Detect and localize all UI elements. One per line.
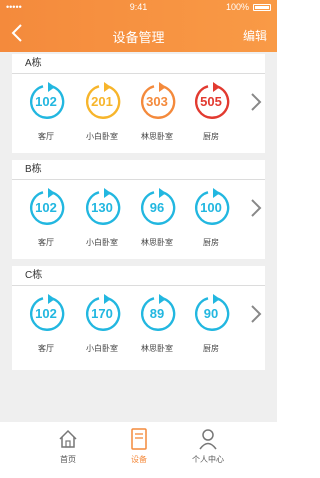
room-value: 505 <box>200 94 222 109</box>
chevron-right-icon[interactable] <box>249 198 263 218</box>
room-value: 102 <box>35 200 57 215</box>
status-bar: ••••• 9:41 100% <box>0 0 277 14</box>
edit-button[interactable]: 编辑 <box>243 27 267 44</box>
room-row: 102 客厅 130 小白卧室 96 林思卧室 100 厨房 <box>12 188 265 248</box>
room-item[interactable]: 102 客厅 <box>22 188 70 248</box>
top-bar: ••••• 9:41 100% 设备管理 编辑 <box>0 0 277 52</box>
room-value: 102 <box>35 306 57 321</box>
home-icon <box>59 429 77 448</box>
tab-label: 首页 <box>60 455 76 464</box>
tab-bar: 首页 设备 个人中心 <box>0 422 277 478</box>
tab-label: 个人中心 <box>192 455 224 464</box>
device-icon <box>131 428 147 450</box>
room-value: 100 <box>200 200 222 215</box>
room-label: 客厅 <box>38 132 54 141</box>
page-title: 设备管理 <box>112 30 165 45</box>
room-label: 厨房 <box>203 344 219 353</box>
room-label: 客厅 <box>38 344 54 353</box>
battery-icon <box>253 4 271 11</box>
room-label: 林思卧室 <box>141 132 173 141</box>
room-item[interactable]: 89 林思卧室 <box>133 294 181 354</box>
tab-label: 设备 <box>131 455 147 464</box>
building-section-a: A栋 102 客厅 201 小白卧室 303 林思卧室 505 厨房 <box>12 54 265 153</box>
room-item[interactable]: 90 厨房 <box>187 294 235 354</box>
room-item[interactable]: 102 客厅 <box>22 82 70 142</box>
chevron-right-icon[interactable] <box>249 304 263 324</box>
room-value: 102 <box>35 94 57 109</box>
room-row: 102 客厅 170 小白卧室 89 林思卧室 90 厨房 <box>12 294 265 354</box>
device-list: A栋 102 客厅 201 小白卧室 303 林思卧室 505 厨房 B栋 102 客厅 … <box>0 52 277 422</box>
room-item[interactable]: 505 厨房 <box>187 82 235 142</box>
room-item[interactable]: 102 客厅 <box>22 294 70 354</box>
building-section-c: C栋 102 客厅 170 小白卧室 89 林思卧室 90 厨房 <box>12 266 265 370</box>
room-value: 89 <box>149 306 165 321</box>
nav-bar: 设备管理 编辑 <box>0 20 277 48</box>
room-label: 厨房 <box>203 132 219 141</box>
tab-profile[interactable]: 个人中心 <box>178 428 238 468</box>
room-value: 96 <box>149 200 165 215</box>
room-item[interactable]: 96 林思卧室 <box>133 188 181 248</box>
room-row: 102 客厅 201 小白卧室 303 林思卧室 505 厨房 <box>12 82 265 142</box>
room-item[interactable]: 303 林思卧室 <box>133 82 181 142</box>
room-label: 厨房 <box>203 238 219 247</box>
room-item[interactable]: 130 小白卧室 <box>78 188 126 248</box>
room-value: 170 <box>91 306 113 321</box>
chevron-right-icon[interactable] <box>249 92 263 112</box>
room-label: 林思卧室 <box>141 238 173 247</box>
building-section-b: B栋 102 客厅 130 小白卧室 96 林思卧室 100 厨房 <box>12 160 265 259</box>
section-header: A栋 <box>12 54 265 74</box>
section-header: B栋 <box>12 160 265 180</box>
room-value: 303 <box>146 94 168 109</box>
room-label: 小白卧室 <box>86 344 118 353</box>
room-value: 130 <box>91 200 113 215</box>
room-value: 90 <box>203 306 219 321</box>
room-label: 小白卧室 <box>86 238 118 247</box>
room-value: 201 <box>91 94 113 109</box>
tab-device[interactable]: 设备 <box>109 428 169 468</box>
room-item[interactable]: 100 厨房 <box>187 188 235 248</box>
room-item[interactable]: 201 小白卧室 <box>78 82 126 142</box>
person-icon <box>199 429 217 450</box>
tab-home[interactable]: 首页 <box>38 428 98 468</box>
battery-percent: 100% <box>225 2 249 12</box>
room-label: 客厅 <box>38 238 54 247</box>
room-item[interactable]: 170 小白卧室 <box>78 294 126 354</box>
room-label: 小白卧室 <box>86 132 118 141</box>
room-label: 林思卧室 <box>141 344 173 353</box>
section-header: C栋 <box>12 266 265 286</box>
